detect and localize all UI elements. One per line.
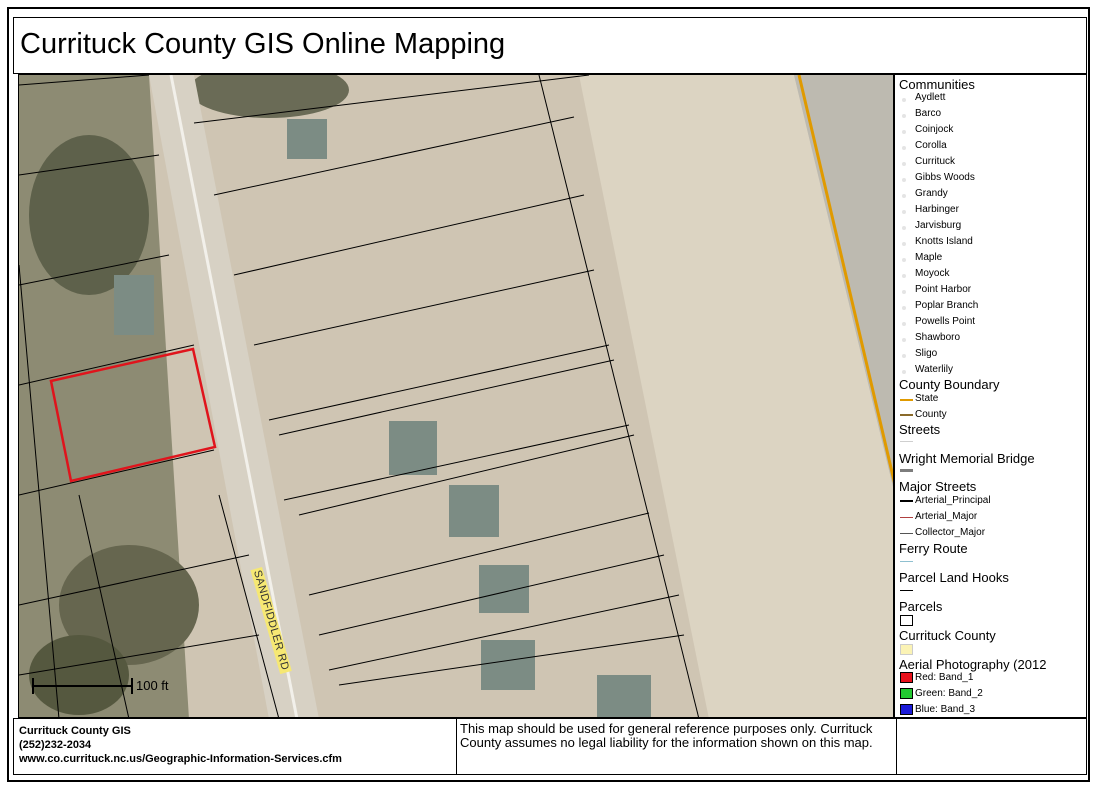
parcel-hook-symbol	[900, 590, 913, 591]
legend-streets-title: Streets	[899, 422, 941, 437]
state-line-symbol	[900, 399, 913, 401]
map-view[interactable]: SANDFIDDLER RD	[18, 74, 894, 718]
footer-url[interactable]: www.co.currituck.nc.us/Geographic-Inform…	[19, 753, 342, 765]
house-roof	[389, 421, 437, 475]
community-symbol	[902, 130, 906, 134]
legend-community: Gibbs Woods	[915, 172, 975, 183]
house-roof	[481, 640, 535, 690]
legend-county-title: Currituck County	[899, 628, 996, 643]
legend-community: Moyock	[915, 268, 950, 279]
legend-major-streets-title: Major Streets	[899, 479, 977, 494]
footer-disclaimer: This map should be used for general refe…	[460, 721, 873, 750]
community-symbol	[902, 306, 906, 310]
bridge-symbol	[900, 469, 913, 472]
legend-community: Currituck	[915, 156, 956, 167]
community-symbol	[902, 338, 906, 342]
legend-community: Shawboro	[915, 332, 961, 343]
footer-org: Currituck County GIS	[19, 725, 131, 737]
vegetation-patch	[29, 635, 129, 715]
community-symbol	[902, 354, 906, 358]
community-symbol	[902, 162, 906, 166]
parcel-symbol	[900, 615, 913, 626]
legend-community: Harbinger	[915, 204, 959, 215]
legend-band-red: Red: Band_1	[915, 672, 974, 683]
legend-parcels-title: Parcels	[899, 599, 943, 614]
county-fill-symbol	[900, 644, 913, 655]
community-symbol	[902, 114, 906, 118]
scale-bar-graphic	[32, 678, 133, 694]
county-line-symbol	[900, 414, 913, 416]
legend-community: Coinjock	[915, 124, 954, 135]
legend-community: Point Harbor	[915, 284, 972, 295]
legend-aerial-title: Aerial Photography (2012	[899, 657, 1047, 672]
community-symbol	[902, 322, 906, 326]
community-symbol	[902, 242, 906, 246]
community-symbol	[902, 274, 906, 278]
street-symbol	[900, 441, 913, 442]
community-symbol	[902, 178, 906, 182]
legend-ferry-title: Ferry Route	[899, 541, 968, 556]
legend-community: Waterlily	[915, 364, 953, 375]
band-blue-swatch	[900, 704, 913, 715]
legend-collector-major: Collector_Major	[915, 527, 986, 538]
community-symbol	[902, 370, 906, 374]
legend-community: Grandy	[915, 188, 948, 199]
community-symbol	[902, 226, 906, 230]
community-symbol	[902, 210, 906, 214]
legend-community: Jarvisburg	[915, 220, 962, 231]
legend-band-green: Green: Band_2	[915, 688, 983, 699]
community-symbol	[902, 194, 906, 198]
footer-phone: (252)232-2034	[19, 739, 92, 751]
footer: Currituck County GIS (252)232-2034 www.c…	[13, 718, 1087, 775]
legend-arterial-major: Arterial_Major	[915, 511, 978, 522]
scale-bar-label: 100 ft	[136, 678, 169, 693]
house-roof	[287, 119, 327, 159]
legend-state: State	[915, 393, 939, 404]
legend-band-blue: Blue: Band_3	[915, 704, 976, 715]
legend-community: Aydlett	[915, 92, 946, 103]
legend-parcel-hooks-title: Parcel Land Hooks	[899, 570, 1009, 585]
legend-arterial-principal: Arterial_Principal	[915, 495, 991, 506]
legend-community: Powells Point	[915, 316, 976, 327]
collector-major-symbol	[900, 533, 913, 534]
footer-contact: Currituck County GIS (252)232-2034 www.c…	[14, 719, 457, 774]
house-roof	[449, 485, 499, 537]
legend-community: Maple	[915, 252, 943, 263]
house-roof	[114, 275, 154, 335]
legend-community: Sligo	[915, 348, 938, 359]
legend-county: County	[915, 409, 947, 420]
band-red-swatch	[900, 672, 913, 683]
band-green-swatch	[900, 688, 913, 699]
arterial-principal-symbol	[900, 500, 913, 502]
aerial-map[interactable]	[19, 75, 894, 718]
legend-county-boundary-title: County Boundary	[899, 377, 1000, 392]
community-symbol	[902, 98, 906, 102]
title-bar: Currituck County GIS Online Mapping	[13, 17, 1087, 74]
legend-community: Poplar Branch	[915, 300, 979, 311]
arterial-major-symbol	[900, 517, 913, 518]
community-symbol	[902, 146, 906, 150]
legend-community: Knotts Island	[915, 236, 973, 247]
ferry-symbol	[900, 561, 913, 562]
legend-communities-title: Communities	[899, 77, 975, 92]
legend-community: Corolla	[915, 140, 947, 151]
footer-disclaimer-box: This map should be used for general refe…	[456, 719, 897, 774]
community-symbol	[902, 290, 906, 294]
legend-panel: Communities Aydlett Barco Coinjock Corol…	[894, 74, 1087, 718]
house-roof	[597, 675, 651, 717]
house-roof	[479, 565, 529, 613]
legend-community: Barco	[915, 108, 942, 119]
legend-bridge-title: Wright Memorial Bridge	[899, 451, 1035, 466]
page-title: Currituck County GIS Online Mapping	[20, 28, 506, 60]
community-symbol	[902, 258, 906, 262]
